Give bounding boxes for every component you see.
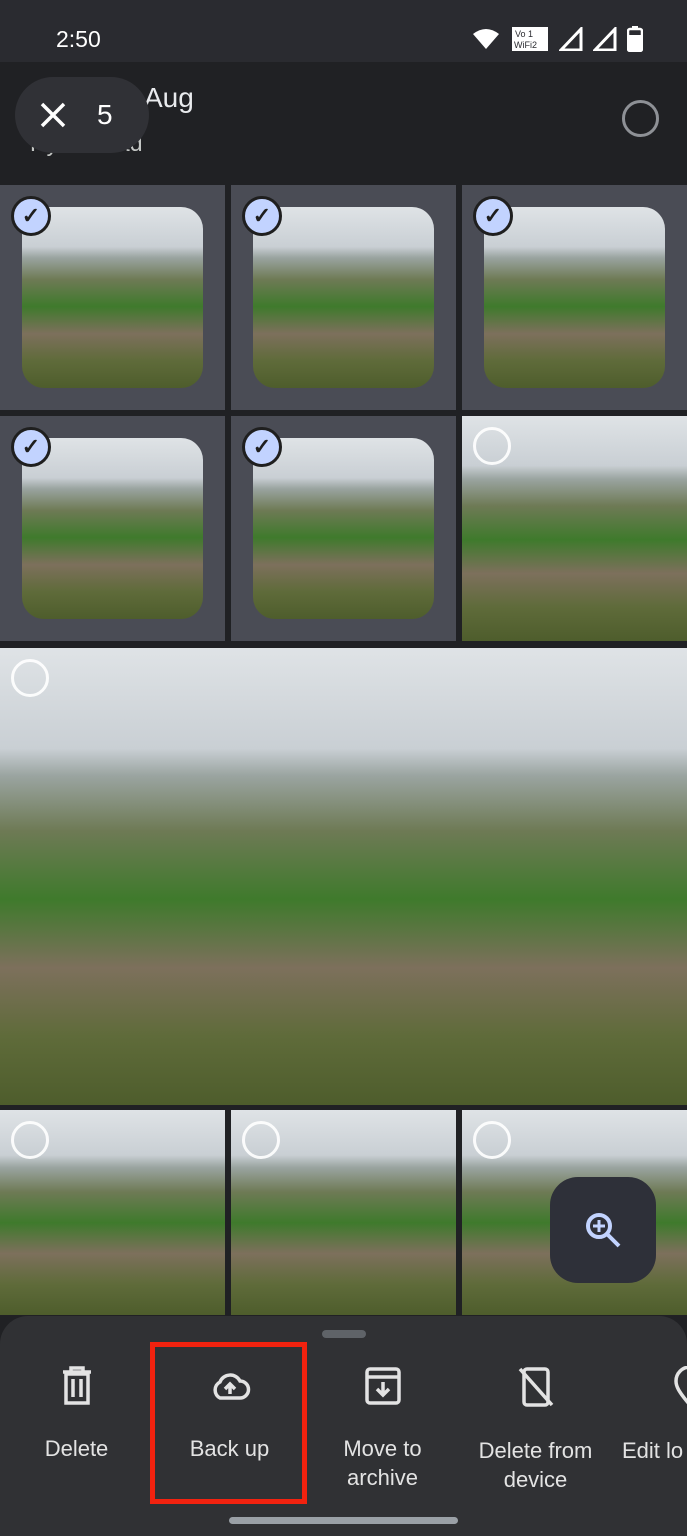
drag-handle[interactable] (322, 1330, 366, 1338)
action-sheet: Delete Back up Move to archive Delete fr… (0, 1316, 687, 1536)
select-circle-icon[interactable] (473, 1121, 511, 1159)
status-bar: 2:50 Vo 1 WiFi2 (0, 0, 687, 62)
move-to-archive-button[interactable]: Move to archive (306, 1366, 459, 1492)
battery-icon (627, 26, 643, 52)
highlight-box (150, 1342, 307, 1504)
photo-tile[interactable] (0, 648, 687, 1105)
photo-thumbnail (0, 648, 687, 1105)
action-label: Delete (44, 1436, 109, 1461)
action-label: Edit lo (622, 1438, 684, 1463)
photo-tile[interactable]: ✓ (0, 416, 225, 641)
wifi-icon (473, 29, 499, 49)
date-title: Aug (144, 82, 194, 113)
photo-tile[interactable]: ✓ (231, 185, 456, 410)
svg-text:WiFi2: WiFi2 (514, 40, 537, 50)
select-circle-icon[interactable] (473, 427, 511, 465)
select-circle-icon[interactable] (242, 1121, 280, 1159)
signal-icon (559, 27, 583, 51)
select-all-checkbox[interactable] (622, 100, 659, 137)
checked-icon[interactable]: ✓ (242, 427, 282, 467)
select-circle-icon[interactable] (11, 1121, 49, 1159)
photo-tile[interactable]: ✓ (231, 416, 456, 641)
signal-icon (593, 27, 617, 51)
zoom-button[interactable] (550, 1177, 656, 1283)
photo-tile[interactable] (0, 1110, 225, 1315)
checked-icon[interactable]: ✓ (11, 427, 51, 467)
photo-thumbnail (253, 438, 434, 619)
photo-thumbnail (22, 438, 203, 619)
action-label: Delete from device (478, 1438, 593, 1492)
photo-thumbnail (484, 207, 665, 388)
close-icon[interactable] (39, 101, 67, 129)
photo-tile[interactable] (231, 1110, 456, 1315)
delete-from-device-button[interactable]: Delete from device (459, 1366, 612, 1494)
edit-location-button[interactable]: Edit lo (612, 1366, 687, 1465)
gesture-bar[interactable] (229, 1517, 458, 1524)
archive-icon (364, 1367, 401, 1405)
photo-thumbnail (253, 207, 434, 388)
vowifi-icon: Vo 1WiFi2 (512, 27, 548, 51)
clock: 2:50 (56, 26, 101, 52)
photo-tile[interactable]: ✓ (462, 185, 687, 410)
checked-icon[interactable]: ✓ (473, 196, 513, 236)
checked-icon[interactable]: ✓ (242, 196, 282, 236)
photo-thumbnail (22, 207, 203, 388)
delete-from-device-icon (518, 1367, 553, 1407)
svg-text:Vo 1: Vo 1 (515, 29, 533, 39)
photo-tile[interactable] (462, 416, 687, 641)
select-circle-icon[interactable] (11, 659, 49, 697)
action-label: Move to archive (343, 1436, 422, 1490)
trash-icon (62, 1366, 91, 1405)
app-header: Aug Hyderabad 5 (0, 62, 687, 185)
zoom-in-icon (586, 1213, 621, 1248)
checked-icon[interactable]: ✓ (11, 196, 51, 236)
selection-pill: 5 (15, 77, 149, 153)
delete-button[interactable]: Delete (0, 1366, 153, 1463)
selected-count: 5 (97, 99, 113, 130)
location-icon (674, 1366, 687, 1405)
photo-tile[interactable]: ✓ (0, 185, 225, 410)
